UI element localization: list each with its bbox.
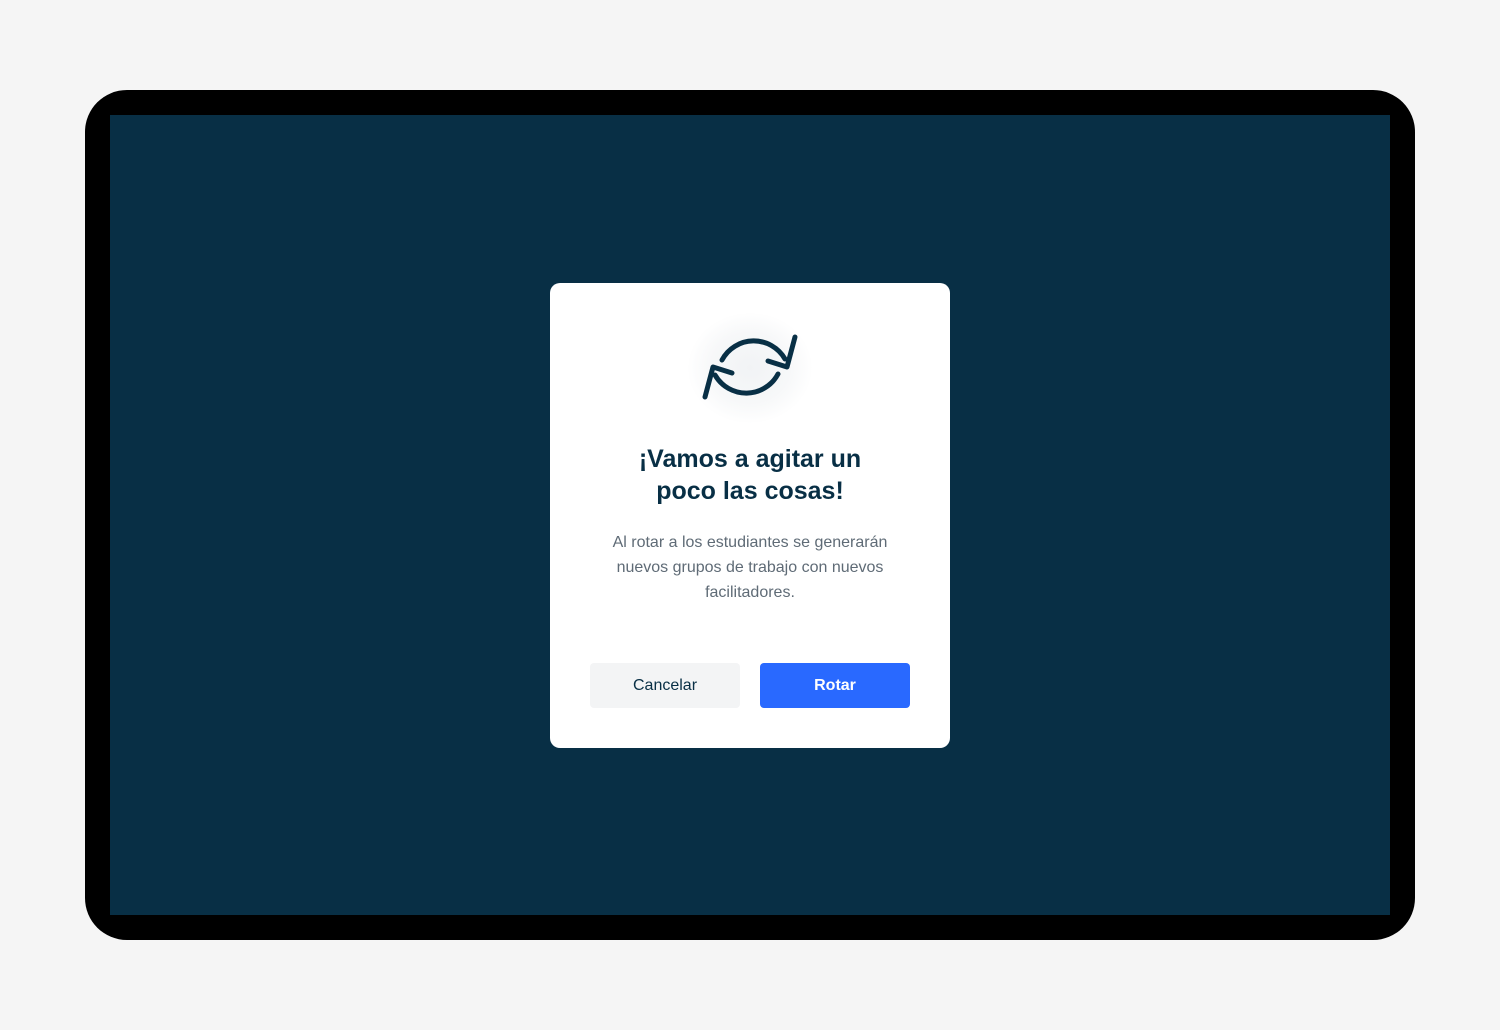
app-screen: ¡Vamos a agitar un poco las cosas! Al ro… xyxy=(110,115,1390,915)
cancel-button[interactable]: Cancelar xyxy=(590,663,740,708)
dialog-title-line-1: ¡Vamos a agitar un xyxy=(638,445,862,473)
dialog-description-line-2: nuevos grupos de trabajo con nuevos xyxy=(616,559,884,576)
rotate-confirm-dialog: ¡Vamos a agitar un poco las cosas! Al ro… xyxy=(550,283,950,748)
dialog-description-line-3: facilitadores. xyxy=(705,584,795,601)
dialog-title: ¡Vamos a agitar un poco las cosas! xyxy=(550,443,950,507)
rotate-button[interactable]: Rotar xyxy=(760,663,910,708)
dialog-title-line-2: poco las cosas! xyxy=(656,477,844,505)
dialog-description-line-1: Al rotar a los estudiantes se generarán xyxy=(612,534,888,551)
rotate-arrows-icon xyxy=(702,334,798,400)
device-frame: ¡Vamos a agitar un poco las cosas! Al ro… xyxy=(85,90,1415,940)
dialog-description: Al rotar a los estudiantes se generarán … xyxy=(590,530,910,605)
